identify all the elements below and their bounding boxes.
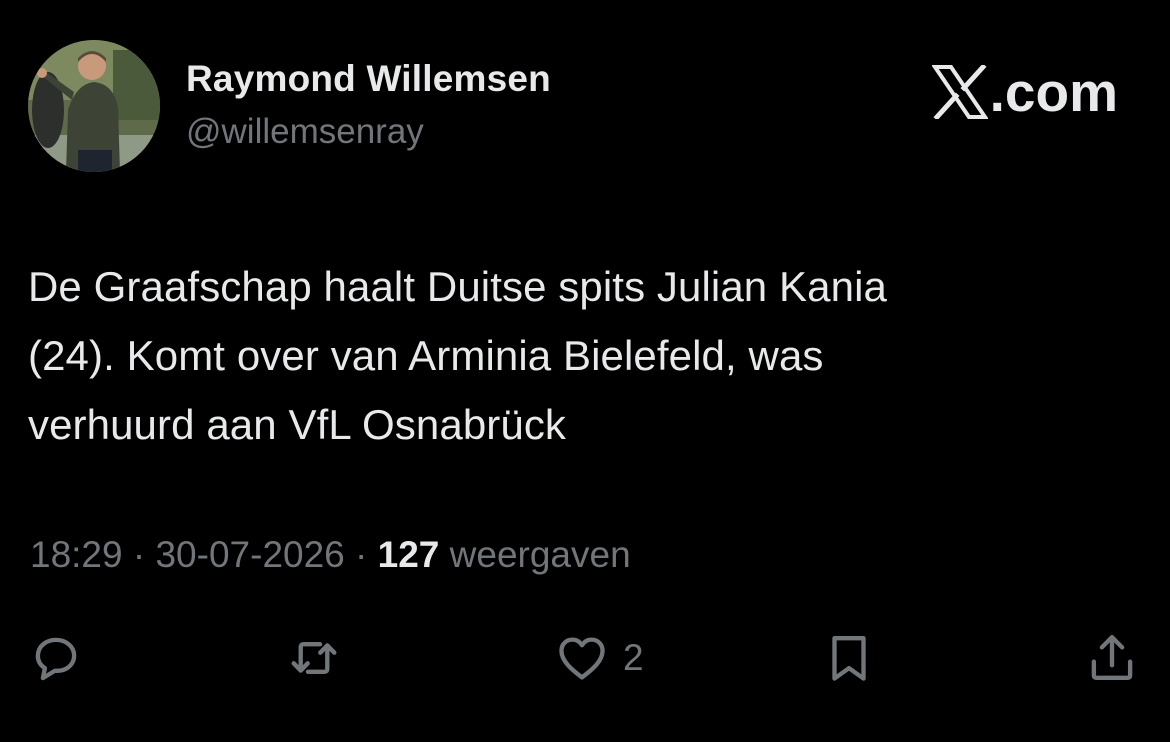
avatar-photo [28, 40, 160, 172]
avatar[interactable] [28, 40, 160, 172]
repost-icon [291, 642, 337, 674]
tweet-text: De Graafschap haalt Duitse spits Julian … [28, 252, 1138, 459]
like-button[interactable]: 2 [553, 626, 644, 690]
views-label: weergaven [449, 534, 631, 575]
tweet-time[interactable]: 18:29 [30, 534, 123, 575]
x-brand: .com [930, 60, 1118, 124]
repost-button[interactable] [285, 626, 343, 690]
meta-separator: · [355, 534, 368, 575]
share-icon [1091, 635, 1133, 680]
meta-separator: · [132, 534, 146, 575]
bookmark-icon [832, 636, 866, 681]
reply-icon [35, 637, 77, 681]
action-bar: 2 [0, 626, 1170, 690]
like-count: 2 [623, 637, 644, 678]
tweet-line: (24). Komt over van Arminia Bielefeld, w… [28, 332, 824, 379]
views-count: 127 [377, 534, 440, 575]
heart-icon [559, 637, 605, 680]
brand-domain: .com [989, 61, 1118, 123]
share-button[interactable] [1083, 626, 1141, 690]
tweet-date[interactable]: 30-07-2026 [155, 534, 344, 575]
reply-button[interactable] [27, 626, 85, 690]
author-handle[interactable]: @willemsenray [186, 112, 424, 152]
tweet-line: verhuurd aan VfL Osnabrück [28, 401, 567, 448]
tweet-meta: 18:29 · 30-07-2026 · 127 weergaven [30, 534, 631, 576]
bookmark-button[interactable] [820, 626, 878, 690]
author-name[interactable]: Raymond Willemsen [186, 58, 551, 100]
x-logo-icon [930, 63, 989, 121]
tweet-line: De Graafschap haalt Duitse spits Julian … [28, 263, 887, 310]
